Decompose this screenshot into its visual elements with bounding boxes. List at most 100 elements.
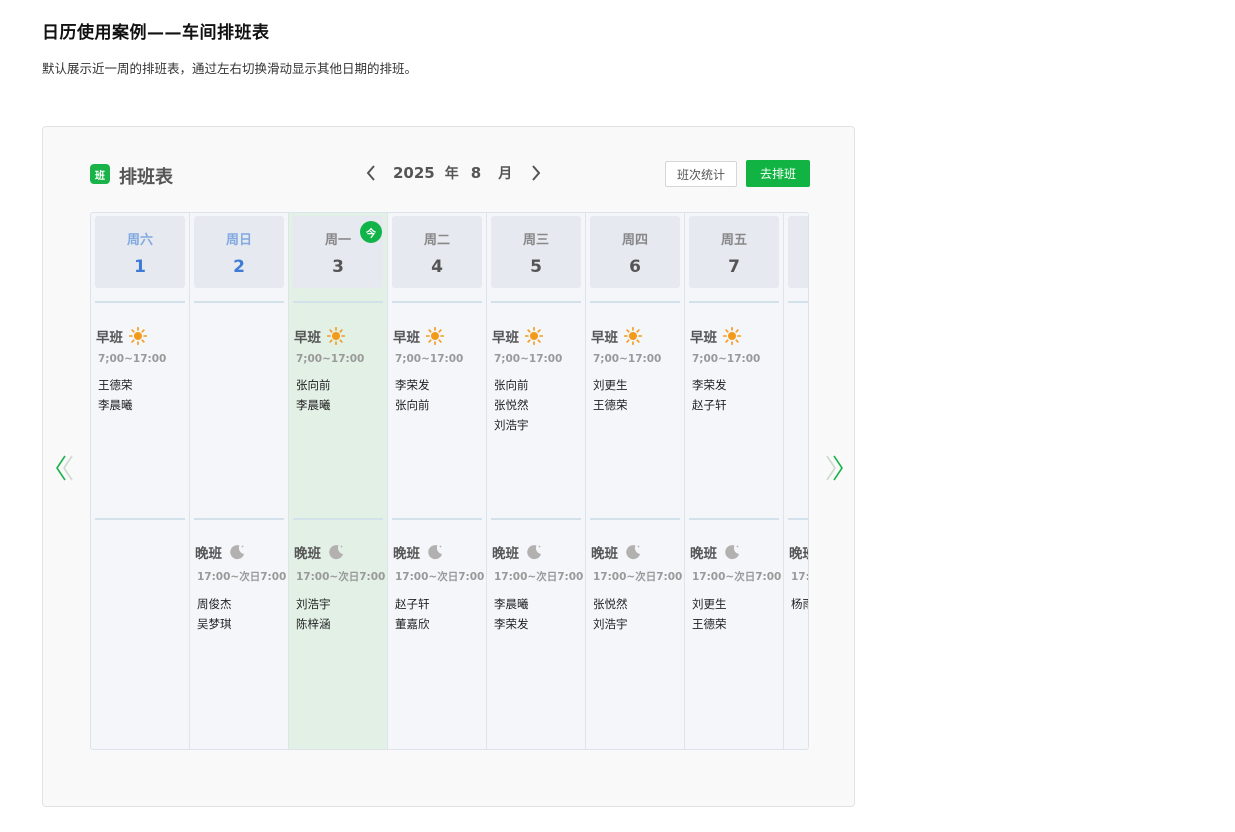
night-shift[interactable]: 晚班 17:00~次日7:00 赵子轩 董嘉欣 (393, 542, 485, 634)
shift-name: 早班 (96, 330, 123, 346)
morning-shift[interactable]: 早班 7;00~17:00 李荣发赵子轩 (690, 326, 782, 415)
staff-name: 张向前 (296, 378, 331, 392)
chevron-left-icon[interactable] (361, 160, 381, 186)
shift-divider (590, 301, 680, 303)
schedule-logo-icon: 班 (90, 164, 110, 184)
day-header[interactable]: 周日 2 (194, 216, 284, 288)
shift-divider (689, 301, 779, 303)
shift-divider (491, 518, 581, 520)
page-title: 日历使用案例——车间排班表 (42, 23, 270, 43)
shift-divider (194, 301, 284, 303)
shift-name: 早班 (393, 330, 420, 346)
night-shift[interactable]: 晚班 17:00~次日7:00 张悦然刘浩宇 (591, 542, 683, 634)
moon-icon (228, 543, 246, 561)
morning-shift[interactable]: 早班 7;00~17:00 王德荣 李晨曦 (96, 326, 188, 415)
shift-time: 7;00~17:00 (692, 353, 761, 365)
morning-shift[interactable]: 早班 7;00~17:00 张向前 张悦然 刘浩宇 (492, 326, 584, 435)
morning-shift[interactable]: 早班 7;00~17:00 张向前 李晨曦 (294, 326, 386, 415)
staff-name: 刘浩宇 (593, 617, 628, 631)
shift-divider (788, 518, 808, 520)
shift-name: 晚班 (690, 546, 717, 562)
staff-name: 陈梓涵 (296, 617, 331, 631)
staff-name: 刘更生 (593, 378, 628, 392)
shift-time: 7;00~17:00 (593, 353, 662, 365)
shift-time: 17:00~次日7:00 (197, 571, 287, 583)
shift-time: 17:00~次日7:00 (593, 571, 683, 583)
shift-name: 早班 (690, 330, 717, 346)
shift-name: 晚班 (789, 546, 808, 562)
moon-icon (426, 543, 444, 561)
staff-name: 刘浩宇 (296, 597, 331, 611)
demo-container: 班 排班表 2025 年 8 月 班次统计 去排班 周六 1 早班 7;00~17:0… (42, 126, 855, 807)
staff-name: 杨雨 (791, 597, 808, 611)
staff-name: 李晨曦 (98, 398, 133, 412)
year-unit: 年 (444, 166, 459, 182)
chevron-right-icon[interactable] (526, 160, 546, 186)
staff-name: 李荣发 (395, 378, 430, 392)
shift-time: 17:00~次日7:00 (395, 571, 485, 583)
schedule-calendar: 周六 1 早班 7;00~17:00 王德荣 李晨曦 周日 2 晚班 17:00~次日7:00 周俊… (90, 212, 809, 750)
shift-name: 早班 (492, 330, 519, 346)
shift-name: 早班 (591, 330, 618, 346)
staff-name: 李晨曦 (296, 398, 331, 412)
sun-icon (723, 327, 741, 345)
sun-icon (525, 327, 543, 345)
date-number: 1 (134, 257, 146, 277)
schedule-title: 排班表 (119, 167, 173, 188)
day-column: 周一 3 今早班 7;00~17:00 张向前 李晨曦 晚班 17:00~次日7:00 刘浩宇陈… (289, 213, 388, 749)
moon-icon (525, 543, 543, 561)
staff-name: 张向前 (395, 398, 430, 412)
staff-name: 赵子轩 (395, 597, 430, 611)
shift-name: 晚班 (591, 546, 618, 562)
staff-name: 张悦然 (593, 597, 628, 611)
day-header[interactable]: 周一 3 今 (293, 216, 383, 288)
day-column: 周三 5 早班 7;00~17:00 张向前 张悦然 刘浩宇 晚班 17:00~次日7:00 李晨… (487, 213, 586, 749)
day-header[interactable] (788, 216, 808, 288)
day-column: 周五 7 早班 7;00~17:00 李荣发赵子轩晚班 17:00~次日7:00 刘更生 王德… (685, 213, 784, 749)
date-number: 6 (629, 257, 641, 277)
night-shift[interactable]: 晚班 17:00~次日7:00 刘更生 王德荣 (690, 542, 782, 634)
morning-shift[interactable]: 早班 7;00~17:00 刘更生 王德荣 (591, 326, 683, 415)
moon-icon (327, 543, 345, 561)
day-header[interactable]: 周三 5 (491, 216, 581, 288)
shift-divider (392, 301, 482, 303)
day-column: 周四 6 早班 7;00~17:00 刘更生 王德荣 晚班 17:00~次日7:00 张悦然 刘浩… (586, 213, 685, 749)
shift-time: 17:00~次日7:00 (791, 571, 809, 583)
staff-name: 李晨曦 (494, 597, 529, 611)
double-chevron-right-icon[interactable] (824, 453, 846, 483)
go-schedule-button[interactable]: 去排班 (746, 160, 810, 187)
staff-name: 赵子轩 (692, 398, 727, 412)
day-header[interactable]: 周六 1 (95, 216, 185, 288)
moon-icon (723, 543, 741, 561)
double-chevron-left-icon[interactable] (53, 453, 75, 483)
night-shift[interactable]: 晚班 17:00~次日7:00 李晨曦 李荣发 (492, 542, 584, 634)
day-column: 周六 1 早班 7;00~17:00 王德荣 李晨曦 (91, 213, 190, 749)
staff-name: 李荣发 (692, 378, 727, 392)
sun-icon (624, 327, 642, 345)
shift-stats-button[interactable]: 班次统计 (665, 161, 737, 187)
day-header[interactable]: 周四 6 (590, 216, 680, 288)
staff-name: 张悦然 (494, 398, 529, 412)
night-shift[interactable]: 晚班 17:00~次日7:00 周俊杰 吴梦琪 (195, 542, 287, 634)
morning-shift[interactable]: 早班 7;00~17:00 李荣发 张向前 (393, 326, 485, 415)
shift-time: 7;00~17:00 (494, 353, 563, 365)
night-shift[interactable]: 晚班 17:00~次日7:00 刘浩宇 陈梓涵 (294, 542, 386, 634)
shift-name: 晚班 (393, 546, 420, 562)
shift-divider (392, 518, 482, 520)
night-shift[interactable]: 晚班 17:00~次日7:00 杨雨 (789, 542, 809, 614)
month-value: 8 (470, 164, 482, 182)
shift-divider (95, 518, 185, 520)
shift-divider (194, 518, 284, 520)
day-column: 晚班 17:00~次日7:00 杨雨 (784, 213, 809, 749)
shift-divider (491, 301, 581, 303)
shift-time: 7;00~17:00 (98, 353, 167, 365)
weekday-label: 周四 (621, 233, 648, 248)
shift-divider (293, 301, 383, 303)
day-header[interactable]: 周五 7 (689, 216, 779, 288)
weekday-label: 周三 (522, 233, 549, 248)
page-description: 默认展示近一周的排班表，通过左右切换滑动显示其他日期的排班。 (42, 61, 418, 76)
sun-icon (426, 327, 444, 345)
day-header[interactable]: 周二 4 (392, 216, 482, 288)
shift-name: 晚班 (195, 546, 222, 562)
shift-time: 7;00~17:00 (296, 353, 365, 365)
